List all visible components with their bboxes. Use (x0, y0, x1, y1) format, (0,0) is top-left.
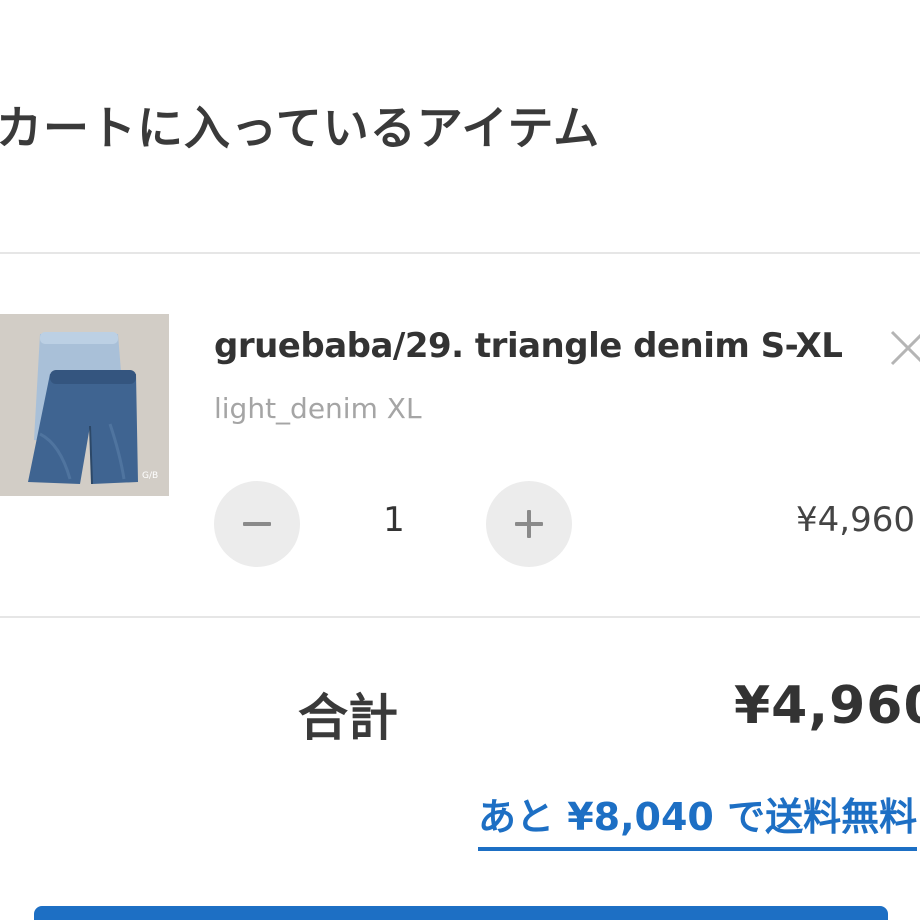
cart-page: カートに入っているアイテム G/B gruebaba/29. triangle … (0, 0, 920, 920)
increase-quantity-button[interactable] (486, 481, 572, 567)
quantity-value: 1 (383, 500, 405, 540)
checkout-button[interactable] (34, 906, 888, 920)
line-item-price: ¥4,960 (796, 500, 915, 540)
product-thumbnail[interactable]: G/B (0, 314, 169, 496)
product-photo-denim-pants: G/B (0, 314, 169, 496)
decrease-quantity-button[interactable] (214, 481, 300, 567)
svg-text:G/B: G/B (142, 471, 158, 481)
free-shipping-link[interactable]: あと ¥8,040 で送料無料 (478, 786, 918, 851)
divider (0, 616, 920, 618)
close-icon (890, 330, 920, 366)
total-value: ¥4,960 (734, 676, 920, 736)
product-name[interactable]: gruebaba/29. triangle denim S-XL (214, 326, 843, 366)
divider (0, 252, 920, 254)
total-label: 合計 (298, 689, 398, 747)
page-title: カートに入っているアイテム (0, 101, 601, 155)
plus-icon (515, 510, 543, 538)
product-variant: light_denim XL (214, 392, 422, 425)
minus-icon (243, 522, 271, 526)
remove-item-button[interactable] (886, 326, 920, 370)
